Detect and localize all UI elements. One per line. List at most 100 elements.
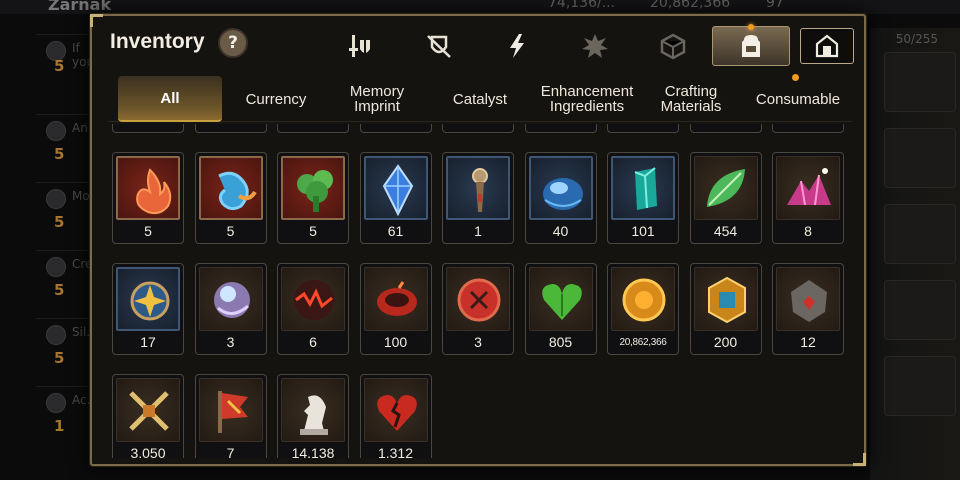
inventory-slot[interactable]: 14,138 xyxy=(277,374,349,458)
backpack-icon[interactable] xyxy=(736,32,766,60)
item-quantity: 3 xyxy=(226,334,235,350)
background-resource-1: 74,136/... xyxy=(548,0,616,11)
inventory-slot[interactable]: 1 xyxy=(442,152,514,244)
inventory-slot[interactable]: 454 xyxy=(689,152,762,244)
chat-icon xyxy=(46,257,66,277)
inventory-slot-partial[interactable] xyxy=(277,124,349,133)
item-quantity: 1,312 xyxy=(377,445,414,458)
item-quantity: 3,050 xyxy=(130,445,166,458)
red-ring-icon xyxy=(376,281,417,316)
inventory-slot[interactable]: 6 xyxy=(277,263,349,355)
item-icon-frame xyxy=(611,267,675,331)
item-quantity: 40 xyxy=(552,223,569,239)
inventory-slot[interactable]: 40 xyxy=(524,152,597,244)
inventory-slot[interactable]: 101 xyxy=(607,152,679,244)
rune-icon[interactable] xyxy=(580,32,610,60)
blue-crystal-icon xyxy=(382,164,413,217)
water-rune-icon xyxy=(217,171,257,211)
item-quantity: 6 xyxy=(309,334,317,350)
red-badge-icon xyxy=(457,278,501,322)
cube-icon[interactable] xyxy=(658,32,688,60)
inventory-slot[interactable]: 805 xyxy=(524,263,597,355)
artifact-icon[interactable] xyxy=(424,32,454,60)
storage-button[interactable] xyxy=(800,28,854,64)
broken-heart-icon xyxy=(376,395,417,431)
background-title: Zarnak xyxy=(48,0,112,14)
item-icon-frame xyxy=(363,156,428,220)
hex-emblem-icon xyxy=(707,276,746,324)
equipment-icon[interactable] xyxy=(344,32,374,60)
inventory-slot-partial[interactable] xyxy=(524,124,597,133)
item-quantity: 5 xyxy=(144,223,152,239)
leaf-icon xyxy=(706,169,745,207)
background-top-bar: Zarnak 74,136/... 20,862,366 97 xyxy=(0,0,960,14)
inventory-slot[interactable]: 5 xyxy=(112,152,184,244)
tab-all[interactable]: All xyxy=(118,76,222,122)
item-quantity: 3 xyxy=(474,334,482,350)
background-list-item: Mo... 5 xyxy=(36,182,101,241)
item-icon-frame xyxy=(116,378,180,442)
item-icon-frame xyxy=(446,267,510,331)
item-quantity: 8 xyxy=(804,223,812,239)
inventory-slot[interactable]: 5 xyxy=(194,152,267,244)
background-list-item: Cre... 5 xyxy=(36,250,104,309)
item-icon-frame xyxy=(281,156,345,220)
inventory-slot[interactable]: 3 xyxy=(442,263,514,355)
item-quantity: 454 xyxy=(713,223,738,239)
item-quantity: 7 xyxy=(226,445,235,458)
help-button[interactable]: ? xyxy=(218,28,248,58)
background-slot-count: 50/255 xyxy=(895,32,938,46)
inventory-slot-partial[interactable] xyxy=(112,124,184,133)
inventory-modal: Inventory ? All Currency Memory Imprint … xyxy=(90,14,866,466)
item-quantity: 5 xyxy=(226,223,235,239)
inventory-slot[interactable]: 20,862,366 xyxy=(607,263,679,355)
teal-crystal-icon xyxy=(634,167,657,210)
inventory-slot[interactable]: 100 xyxy=(359,263,432,355)
inventory-slot-partial[interactable] xyxy=(607,124,679,133)
inventory-slot[interactable]: 17 xyxy=(112,263,184,355)
item-icon-frame xyxy=(611,156,675,220)
dark-sphere-icon xyxy=(294,280,334,320)
inventory-slot-partial[interactable] xyxy=(689,124,762,133)
inventory-slot[interactable]: 3 xyxy=(194,263,267,355)
chat-icon xyxy=(46,393,66,413)
inventory-slot[interactable]: 12 xyxy=(772,263,844,355)
tab-memory-imprint[interactable]: Memory Imprint xyxy=(336,76,418,122)
background-list: If you... 5 An... 5 Mo... 5 Cre... 5 Sil... 5… xyxy=(0,28,106,480)
inventory-slot-partial[interactable] xyxy=(442,124,514,133)
tab-enhancement-ingredients[interactable]: Enhancement Ingredients xyxy=(534,76,640,122)
tab-consumable[interactable]: Consumable xyxy=(744,76,852,122)
inventory-slot[interactable]: 1,312 xyxy=(359,374,432,458)
item-icon-frame xyxy=(363,378,428,442)
inventory-slot-partial[interactable] xyxy=(194,124,267,133)
crossed-swords-icon xyxy=(129,391,169,431)
tab-crafting-materials[interactable]: Crafting Materials xyxy=(648,76,734,122)
inventory-slot-partial[interactable] xyxy=(359,124,432,133)
inventory-slot[interactable]: 7 xyxy=(194,374,267,458)
inventory-slot[interactable]: 61 xyxy=(359,152,432,244)
item-icon-frame xyxy=(693,267,758,331)
tab-catalyst[interactable]: Catalyst xyxy=(434,76,526,122)
hero-card xyxy=(884,128,956,188)
water-orb-icon xyxy=(542,178,583,210)
inventory-slot[interactable]: 200 xyxy=(689,263,762,355)
item-icon-frame xyxy=(198,378,263,442)
item-icon-frame xyxy=(776,156,840,220)
inventory-slot[interactable]: 8 xyxy=(772,152,844,244)
inventory-title: Inventory xyxy=(110,30,205,53)
lightning-icon[interactable] xyxy=(502,32,532,60)
green-heart-icon xyxy=(541,284,582,320)
spirit-orb-icon xyxy=(213,282,250,318)
inventory-slot[interactable]: 5 xyxy=(277,152,349,244)
banner-icon xyxy=(217,391,248,433)
storage-icon xyxy=(815,34,839,58)
consumable-notification-dot xyxy=(792,74,799,81)
item-icon-frame xyxy=(116,156,180,220)
tab-currency[interactable]: Currency xyxy=(232,76,320,122)
item-quantity: 100 xyxy=(383,334,408,350)
flame-rune-icon xyxy=(136,168,172,215)
inventory-slot-partial[interactable] xyxy=(772,124,844,133)
item-icon-frame xyxy=(281,267,345,331)
inventory-slot[interactable]: 3,050 xyxy=(112,374,184,458)
inventory-tabs: All Currency Memory Imprint Catalyst Enh… xyxy=(108,76,852,122)
